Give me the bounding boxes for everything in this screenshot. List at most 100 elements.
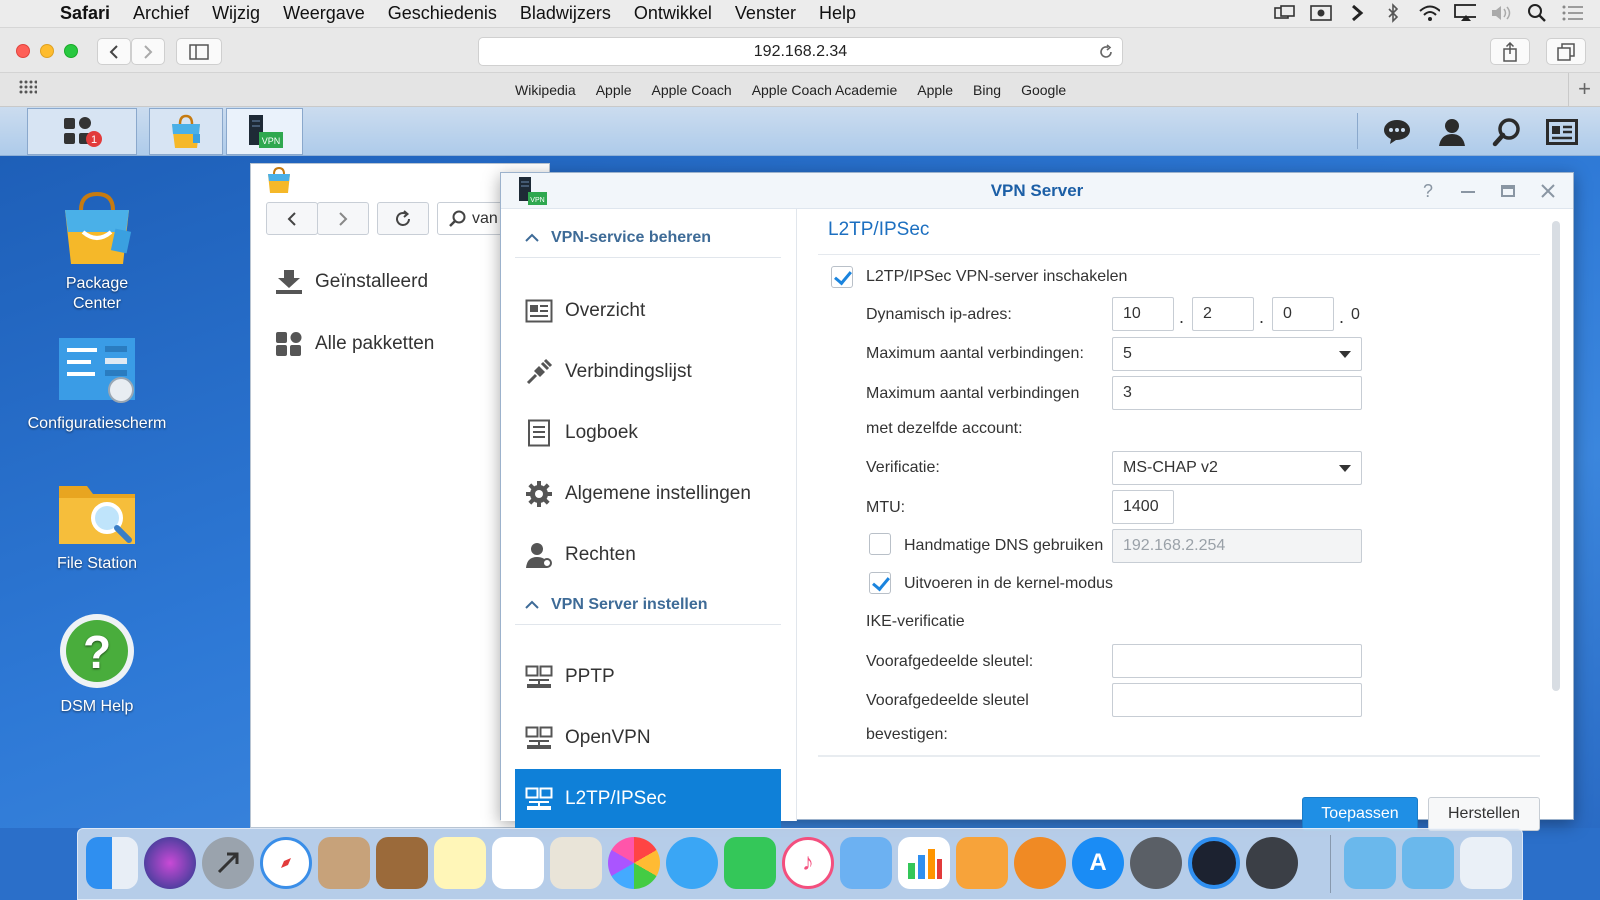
messages-icon[interactable]: [666, 837, 718, 889]
trash-icon[interactable]: [1460, 837, 1512, 889]
ip-octet-3[interactable]: 0: [1272, 297, 1334, 331]
menu-app-name[interactable]: Safari: [60, 3, 110, 24]
pkg-nav-installed[interactable]: Geïnstalleerd: [275, 269, 428, 295]
desktop-icon-package-center[interactable]: Package Center: [12, 188, 182, 314]
search-button[interactable]: [1490, 115, 1524, 149]
bookmark-bing[interactable]: Bing: [973, 82, 1001, 98]
user-options-button[interactable]: [1435, 115, 1469, 149]
siri-icon[interactable]: [144, 837, 196, 889]
apply-button[interactable]: Toepassen: [1302, 797, 1418, 831]
quicktime-icon[interactable]: [1188, 837, 1240, 889]
notification-center-icon[interactable]: [1562, 3, 1584, 23]
vpn-window-header[interactable]: VPN VPN Server ?: [501, 173, 1573, 209]
max-connections-select[interactable]: 5: [1112, 337, 1362, 371]
itunes-icon[interactable]: ♪: [782, 837, 834, 889]
sidebar-item-logboek[interactable]: Logboek: [515, 403, 781, 463]
spotlight-search-icon[interactable]: [1526, 3, 1548, 23]
desktop-icon-configuratiescherm[interactable]: Configuratiescherm: [12, 336, 182, 434]
facetime-icon[interactable]: [724, 837, 776, 889]
downloads-folder-icon[interactable]: [1344, 837, 1396, 889]
new-tab-button[interactable]: +: [1568, 73, 1600, 107]
minimize-window-button[interactable]: [40, 44, 54, 58]
reminders-icon[interactable]: [492, 837, 544, 889]
sidebar-item-rechten[interactable]: Rechten: [515, 525, 781, 585]
mtu-input[interactable]: 1400: [1112, 490, 1174, 524]
sidebar-item-l2tp-ipsec[interactable]: L2TP/IPSec: [515, 769, 781, 829]
menu-ontwikkel[interactable]: Ontwikkel: [634, 3, 712, 24]
display-mirroring-icon[interactable]: [1274, 3, 1296, 23]
launchpad-icon[interactable]: [202, 837, 254, 889]
pkg-refresh-button[interactable]: [377, 202, 429, 235]
sidebar-group-settings[interactable]: VPN Server instellen: [515, 585, 781, 625]
bookmark-apple-coach-academie[interactable]: Apple Coach Academie: [752, 82, 898, 98]
pkg-nav-all-packages[interactable]: Alle pakketten: [275, 331, 434, 357]
sidebar-item-openvpn[interactable]: OpenVPN: [515, 708, 781, 768]
menu-weergave[interactable]: Weergave: [283, 3, 365, 24]
psk-confirm-input[interactable]: [1112, 683, 1362, 717]
screen-recording-icon[interactable]: [1310, 3, 1332, 23]
safari-icon[interactable]: [260, 837, 312, 889]
manual-dns-checkbox[interactable]: [869, 533, 891, 555]
bookmark-apple-2[interactable]: Apple: [917, 82, 953, 98]
zoom-window-button[interactable]: [64, 44, 78, 58]
browser-forward-button[interactable]: [131, 38, 165, 65]
maps-icon[interactable]: [550, 837, 602, 889]
finder-icon[interactable]: [86, 837, 138, 889]
keynote-icon[interactable]: [840, 837, 892, 889]
address-bar[interactable]: 192.168.2.34: [478, 37, 1123, 66]
menu-wijzig[interactable]: Wijzig: [212, 3, 260, 24]
app-store-icon[interactable]: A: [1072, 837, 1124, 889]
minimize-button[interactable]: [1455, 179, 1481, 203]
taskbar-package-center[interactable]: [149, 108, 223, 155]
sidebar-item-pptp[interactable]: PPTP: [515, 647, 781, 707]
bookmark-wikipedia[interactable]: Wikipedia: [515, 82, 576, 98]
preview-icon[interactable]: [318, 837, 370, 889]
content-scrollbar[interactable]: [1552, 221, 1560, 691]
system-preferences-icon[interactable]: [1130, 837, 1182, 889]
documents-folder-icon[interactable]: [1402, 837, 1454, 889]
close-window-button[interactable]: [16, 44, 30, 58]
widgets-button[interactable]: [1545, 115, 1579, 149]
bookmark-google[interactable]: Google: [1021, 82, 1066, 98]
sidebar-item-algemene-instellingen[interactable]: Algemene instellingen: [515, 464, 781, 524]
ip-octet-2[interactable]: 2: [1192, 297, 1254, 331]
bluetooth-icon[interactable]: [1382, 3, 1404, 23]
favorites-grid-icon[interactable]: [0, 80, 56, 99]
contacts-icon[interactable]: [376, 837, 428, 889]
ibooks-icon[interactable]: [1014, 837, 1066, 889]
messages-button[interactable]: [1380, 115, 1414, 149]
photos-icon[interactable]: [608, 837, 660, 889]
menu-archief[interactable]: Archief: [133, 3, 189, 24]
sidebar-toggle-button[interactable]: [176, 38, 222, 65]
main-menu-button[interactable]: 1: [27, 108, 137, 155]
bookmark-apple-coach[interactable]: Apple Coach: [652, 82, 732, 98]
authentication-select[interactable]: MS-CHAP v2: [1112, 451, 1362, 485]
reset-button[interactable]: Herstellen: [1428, 797, 1540, 831]
chevron-right-icon[interactable]: [1346, 3, 1368, 23]
psk-input[interactable]: [1112, 644, 1362, 678]
desktop-icon-file-station[interactable]: File Station: [12, 476, 182, 574]
sidebar-group-manage[interactable]: VPN-service beheren: [515, 218, 781, 258]
max-same-account-input[interactable]: 3: [1112, 376, 1362, 410]
bookmark-apple[interactable]: Apple: [596, 82, 632, 98]
taskbar-vpn-server[interactable]: VPN: [226, 108, 303, 155]
numbers-icon[interactable]: [898, 837, 950, 889]
menu-geschiedenis[interactable]: Geschiedenis: [388, 3, 497, 24]
dns-server-input[interactable]: 192.168.2.254: [1112, 529, 1362, 563]
reload-icon[interactable]: [1098, 38, 1114, 69]
pkg-back-button[interactable]: [266, 202, 318, 235]
enable-l2tp-checkbox[interactable]: [831, 266, 853, 288]
wifi-icon[interactable]: [1418, 3, 1440, 23]
browser-back-button[interactable]: [97, 38, 131, 65]
ip-octet-1[interactable]: 10: [1112, 297, 1174, 331]
help-button[interactable]: ?: [1415, 179, 1441, 203]
close-button[interactable]: [1535, 179, 1561, 203]
notes-icon[interactable]: [434, 837, 486, 889]
maximize-button[interactable]: [1495, 179, 1521, 203]
desktop-icon-dsm-help[interactable]: ? DSM Help: [12, 611, 182, 717]
airplay-icon[interactable]: [1454, 3, 1476, 23]
menu-help[interactable]: Help: [819, 3, 856, 24]
volume-icon[interactable]: [1490, 3, 1512, 23]
kernel-mode-checkbox[interactable]: [869, 572, 891, 594]
menu-bladwijzers[interactable]: Bladwijzers: [520, 3, 611, 24]
